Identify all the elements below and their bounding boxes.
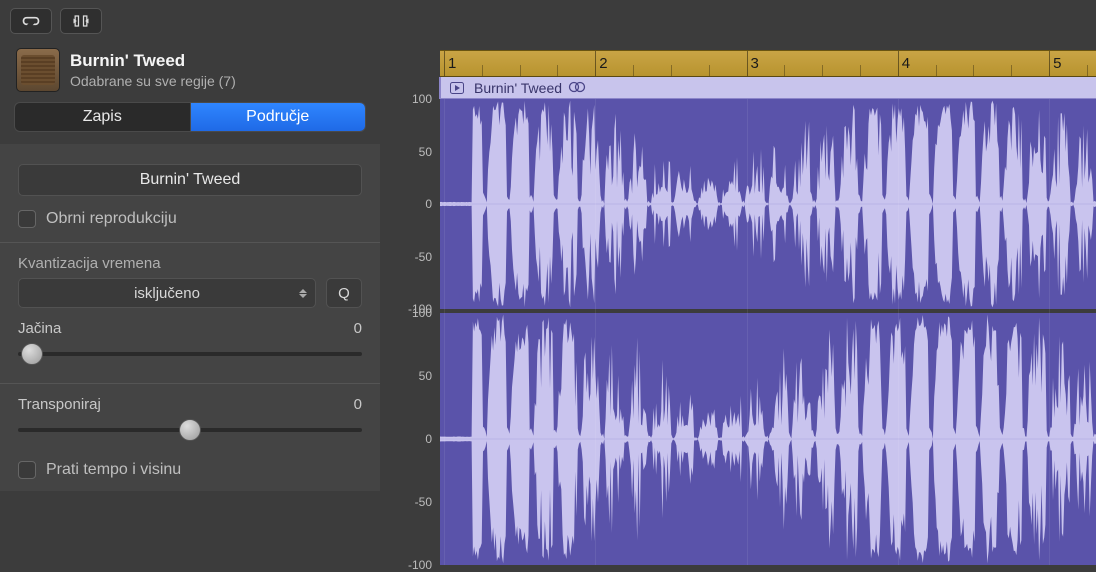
audio-editor: 100500-50-100 100500-50-100 12345 Burnin… (380, 0, 1096, 564)
inspector-sidebar: Burnin' Tweed Odabrane su sve regije (7)… (0, 0, 380, 564)
waveform-area[interactable] (440, 99, 1096, 565)
filter-tool-button[interactable] (60, 8, 102, 34)
reverse-label: Obrni reprodukciju (46, 210, 177, 228)
ruler-bar-label: 4 (902, 55, 910, 72)
reverse-checkbox[interactable] (18, 210, 36, 228)
gain-label: Jačina (18, 320, 61, 337)
gain-value: 0 (354, 320, 362, 337)
chevron-updown-icon (299, 289, 307, 298)
transpose-label: Transponiraj (18, 396, 101, 413)
ruler-bar-label: 5 (1053, 55, 1061, 72)
amplitude-label: -50 (415, 250, 432, 264)
amplitude-label: 50 (419, 145, 432, 159)
editor-toolbar (0, 0, 380, 42)
follow-label: Prati tempo i visinu (46, 461, 181, 479)
ruler-bar-label: 2 (599, 55, 607, 72)
track-title: Burnin' Tweed (70, 51, 236, 71)
region-name-field[interactable]: Burnin' Tweed (18, 164, 362, 196)
amplitude-label: 0 (425, 197, 432, 211)
ruler-bar-label: 1 (448, 55, 456, 72)
amplitude-label: 50 (419, 369, 432, 383)
follow-checkbox[interactable] (18, 461, 36, 479)
gain-slider[interactable] (18, 341, 362, 367)
region-header[interactable]: Burnin' Tweed (440, 77, 1096, 99)
transpose-value: 0 (354, 396, 362, 413)
region-header-label: Burnin' Tweed (474, 80, 562, 96)
y-axis-gutter: 100500-50-100 100500-50-100 (380, 50, 440, 564)
tab-track[interactable]: Zapis (15, 103, 191, 131)
track-subtitle: Odabrane su sve regije (7) (70, 73, 236, 89)
transpose-slider[interactable] (18, 417, 362, 443)
amplitude-label: 100 (412, 92, 432, 106)
quantize-select[interactable]: isključeno (18, 278, 316, 308)
stereo-icon (568, 80, 586, 96)
quantize-label: Kvantizacija vremena (0, 255, 380, 278)
amplitude-label: 100 (412, 306, 432, 320)
play-icon (446, 82, 468, 94)
amplitude-label: -50 (415, 495, 432, 509)
track-thumbnail (16, 48, 60, 92)
quantize-q-button[interactable]: Q (326, 278, 362, 308)
loop-tool-button[interactable] (10, 8, 52, 34)
inspector-tabs: Zapis Područje (14, 102, 366, 132)
timeline-ruler[interactable]: 1 2 3 4 5 (440, 50, 1096, 77)
ruler-bar-label: 3 (751, 55, 759, 72)
amplitude-label: 0 (425, 432, 432, 446)
quantize-value: isključeno (134, 285, 200, 302)
track-header: Burnin' Tweed Odabrane su sve regije (7) (0, 42, 380, 102)
tab-region[interactable]: Područje (191, 103, 366, 131)
amplitude-label: -100 (408, 558, 432, 572)
